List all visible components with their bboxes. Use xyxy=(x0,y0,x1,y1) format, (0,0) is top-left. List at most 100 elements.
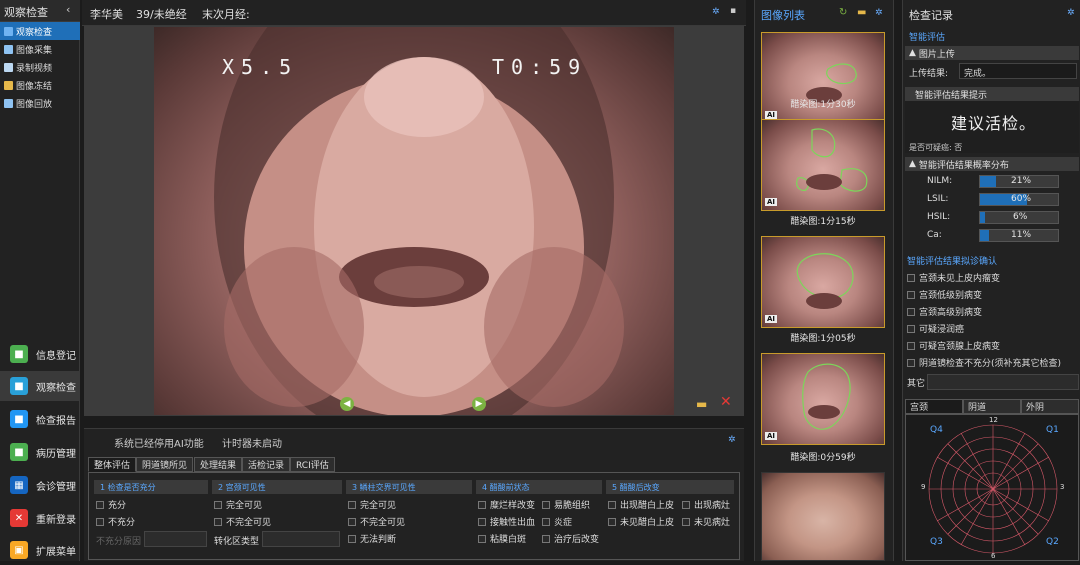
clock-diagram[interactable]: 12 3 6 9 Q1 Q2 Q3 Q4 xyxy=(905,414,1079,561)
button-label: 会诊管理 xyxy=(36,481,76,493)
leukoplakia-checkbox[interactable]: 粘膜白斑 xyxy=(478,532,526,545)
tab-vulva[interactable]: 外阴 xyxy=(1021,399,1079,414)
quadrant-q3: Q3 xyxy=(930,537,943,547)
inadequate-checkbox[interactable]: 不充分 xyxy=(96,515,135,528)
last-period-label: 末次月经: xyxy=(202,8,250,21)
consult-button[interactable]: ▦ 会诊管理 xyxy=(0,470,80,500)
scj-fully-visible-checkbox[interactable]: 完全可见 xyxy=(348,498,396,511)
prob-fill xyxy=(980,176,997,187)
lesion-present-checkbox[interactable]: 出现病灶 xyxy=(682,498,730,511)
adequate-checkbox[interactable]: 充分 xyxy=(96,498,126,511)
post-treatment-checkbox[interactable]: 治疗后改变 xyxy=(542,532,599,545)
inadequate-reason-label: 不充分原因 xyxy=(96,537,142,547)
upload-section-head[interactable]: ▲ 图片上传 xyxy=(905,46,1079,60)
tab-treatment[interactable]: 处理结果 xyxy=(194,457,243,472)
thumbnail[interactable] xyxy=(761,472,885,561)
inadequate-reason-input[interactable] xyxy=(144,531,207,547)
contact-bleeding-checkbox[interactable]: 接触性出血 xyxy=(478,515,535,528)
thumbnail[interactable]: AI xyxy=(761,32,885,124)
folder-icon[interactable]: ▬ xyxy=(696,397,707,411)
probability-section-head[interactable]: ▲ 智能评估结果概率分布 xyxy=(905,157,1079,171)
fully-visible-checkbox[interactable]: 完全可见 xyxy=(214,498,262,511)
image-viewer: X5.5 T0:59 ◀ ▶ ▬ ✕ xyxy=(84,26,744,416)
sidebar-item-label: 图像回放 xyxy=(16,99,53,110)
prev-image-button[interactable]: ◀ xyxy=(340,397,354,411)
other-input[interactable] xyxy=(927,374,1079,390)
colposcopy-image[interactable]: X5.5 T0:59 xyxy=(154,27,674,415)
report-button[interactable]: ■ 检查报告 xyxy=(0,404,80,434)
tab-vagina[interactable]: 阴道 xyxy=(963,399,1021,414)
no-cin-checkbox[interactable]: 宫颈未见上皮内瘤变 xyxy=(907,271,1000,284)
aceto-white-checkbox[interactable]: 出现醋白上皮 xyxy=(608,498,674,511)
records-button[interactable]: ■ 病历管理 xyxy=(0,437,80,467)
checkbox-label: 治疗后改变 xyxy=(554,535,600,545)
lesion-outline xyxy=(796,253,854,309)
sidebar-item-freeze[interactable]: 图像冻结 xyxy=(0,76,80,94)
checkbox-label: 充分 xyxy=(108,501,127,511)
tab-biopsy[interactable]: 活检记录 xyxy=(242,457,291,472)
col-scj-head: 3 鳞柱交界可见性 xyxy=(346,480,472,494)
relogin-icon: ✕ xyxy=(10,509,28,527)
left-sidebar: 观察检查 ‹ 观察检查 图像采集 录制视频 图像冻结 图像回放 ■ 信息登记 ■… xyxy=(0,0,80,561)
glandular-lesion-checkbox[interactable]: 可疑宫颈腺上皮病变 xyxy=(907,339,1000,352)
ai-badge: AI xyxy=(765,111,778,119)
checkbox-label: 宫颈未见上皮内瘤变 xyxy=(919,274,1001,284)
observe-button[interactable]: ■ 观察检查 xyxy=(0,371,80,401)
prob-value-nilm: 21% xyxy=(1011,176,1032,186)
tab-rci[interactable]: RCI评估 xyxy=(290,457,335,472)
checkbox-label: 宫颈高级别病变 xyxy=(919,308,983,318)
sidebar-item-capture[interactable]: 图像采集 xyxy=(0,40,80,58)
patient-name: 李华美 xyxy=(90,8,123,21)
thumbnail-caption: 醋染图:1分05秒 xyxy=(790,334,856,344)
next-image-button[interactable]: ▶ xyxy=(472,397,486,411)
tab-overall[interactable]: 整体评估 xyxy=(88,457,137,472)
clock-6: 6 xyxy=(991,552,996,560)
eye-icon xyxy=(4,26,13,36)
not-fully-visible-checkbox[interactable]: 不完全可见 xyxy=(214,515,271,528)
inflammation-checkbox[interactable]: 炎症 xyxy=(542,515,572,528)
info-register-button[interactable]: ■ 信息登记 xyxy=(0,339,80,369)
scj-undetermined-checkbox[interactable]: 无法判断 xyxy=(348,532,396,545)
inadequate-exam-checkbox[interactable]: 阴道镜检查不充分(须补充其它检查) xyxy=(907,356,1061,369)
upload-result-field: 完成。 xyxy=(959,63,1077,79)
settings-icon[interactable]: ✲ xyxy=(712,7,720,17)
refresh-icon[interactable]: ↻ xyxy=(839,7,847,18)
no-lesion-checkbox[interactable]: 未见病灶 xyxy=(682,515,730,528)
thumbnail[interactable]: AI xyxy=(761,353,885,445)
quadrant-q2: Q2 xyxy=(1046,537,1059,547)
invasive-cancer-checkbox[interactable]: 可疑浸润癌 xyxy=(907,322,964,335)
close-icon[interactable]: ✕ xyxy=(720,394,732,410)
checkbox-label: 糜烂样改变 xyxy=(490,501,536,511)
checkbox-label: 完全可见 xyxy=(226,501,263,511)
prob-value-lsil: 60% xyxy=(1011,194,1032,204)
thumbnail[interactable]: AI xyxy=(761,236,885,328)
tab-vaginoscopy[interactable]: 阴道镜所见 xyxy=(136,457,194,472)
records-settings-icon[interactable]: ✲ xyxy=(1067,8,1075,18)
patient-info-bar: 李华美 39/未绝经 末次月经: ✲ ▪ xyxy=(82,0,746,26)
open-folder-icon[interactable]: ▬ xyxy=(857,7,866,18)
tab-cervix[interactable]: 宫颈 xyxy=(905,399,963,414)
scj-not-fully-visible-checkbox[interactable]: 不完全可见 xyxy=(348,515,405,528)
video-icon xyxy=(4,62,13,72)
checkbox-label: 出现醋白上皮 xyxy=(620,501,675,511)
low-grade-checkbox[interactable]: 宫颈低级别病变 xyxy=(907,288,982,301)
clock-9: 9 xyxy=(921,483,926,491)
maximize-icon[interactable]: ▪ xyxy=(730,6,736,16)
sidebar-title: 观察检查 xyxy=(4,6,48,19)
sidebar-item-replay[interactable]: 图像回放 xyxy=(0,94,80,112)
no-aceto-white-checkbox[interactable]: 未见醋白上皮 xyxy=(608,515,674,528)
col-pre-acetic-head: 4 醋酸前状态 xyxy=(476,480,602,494)
relogin-button[interactable]: ✕ 重新登录 xyxy=(0,503,80,533)
sidebar-item-record-video[interactable]: 录制视频 xyxy=(0,58,80,76)
collapse-icon[interactable]: ‹ xyxy=(66,3,70,16)
list-settings-icon[interactable]: ✲ xyxy=(875,8,883,18)
thumbnail[interactable]: AI xyxy=(761,119,885,211)
zone-type-select[interactable] xyxy=(262,531,340,547)
button-label: 信息登记 xyxy=(36,350,76,362)
panel-settings-icon[interactable]: ✲ xyxy=(728,435,736,445)
sidebar-item-observe[interactable]: 观察检查 xyxy=(0,22,80,40)
checkbox-label: 宫颈低级别病变 xyxy=(919,291,983,301)
erosion-checkbox[interactable]: 糜烂样改变 xyxy=(478,498,535,511)
high-grade-checkbox[interactable]: 宫颈高级别病变 xyxy=(907,305,982,318)
fragile-tissue-checkbox[interactable]: 易脆组织 xyxy=(542,498,590,511)
